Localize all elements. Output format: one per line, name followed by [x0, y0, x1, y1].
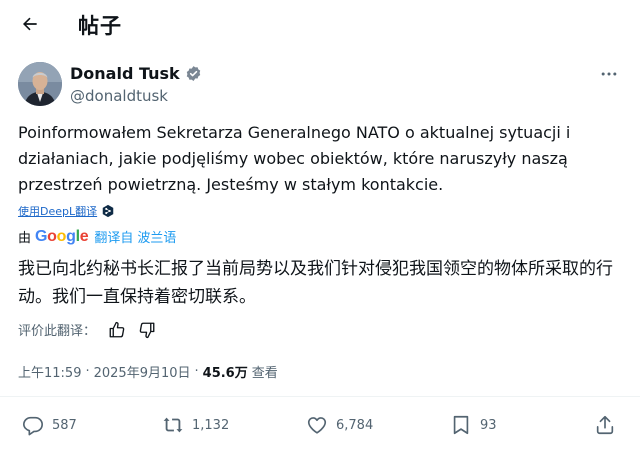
rate-translation-label: 评价此翻译： [18, 324, 97, 339]
google-logo-letter: o [47, 227, 57, 245]
like-count: 6,784 [336, 417, 374, 433]
views-label: 查看 [251, 366, 278, 381]
post-text: Poinformowałem Sekretarza Generalnego NA… [18, 123, 571, 194]
back-button[interactable] [14, 8, 46, 40]
deepl-translate-link[interactable]: 使用DeepL翻译 [18, 203, 115, 219]
thumbs-up-icon [109, 321, 125, 337]
repost-icon [163, 417, 183, 433]
google-translate-row: 由 Google 翻译自 波兰语 [18, 227, 176, 247]
translated-by-label: 由 [18, 231, 32, 246]
reply-count: 587 [52, 417, 77, 433]
meta-separator-2: · [194, 364, 199, 379]
bookmark-icon [453, 415, 469, 435]
thumbs-down-button[interactable] [138, 321, 156, 339]
deepl-translate-label[interactable]: 使用DeepL翻译 [18, 203, 97, 219]
author-name[interactable]: Donald Tusk [70, 64, 180, 83]
views-count: 45.6万 [202, 366, 248, 381]
share-button[interactable] [594, 414, 616, 436]
post-time[interactable]: 上午11:59 [18, 362, 81, 381]
thumbs-down-icon [139, 322, 155, 338]
page-title: 帖子 [78, 14, 122, 38]
translated-from-link[interactable]: 翻译自 [94, 227, 133, 246]
google-logo-letter: o [56, 227, 67, 245]
more-options-button[interactable] [597, 62, 621, 86]
action-bar: 587 1,132 6,784 93 [0, 408, 640, 444]
verified-badge-icon [186, 66, 200, 81]
thumbs-up-button[interactable] [108, 321, 126, 339]
divider [0, 396, 640, 397]
repost-button[interactable]: 1,132 [162, 414, 229, 436]
bookmark-button[interactable]: 93 [450, 414, 497, 436]
reply-icon [23, 416, 43, 436]
bookmark-count: 93 [480, 417, 497, 433]
heart-icon [307, 417, 327, 434]
arrow-left-icon [23, 17, 37, 31]
reply-button[interactable]: 587 [22, 414, 77, 436]
translated-text: 我已向北约秘书长汇报了当前局势以及我们针对侵犯我国领空的物体所采取的行动。我们一… [18, 259, 613, 307]
source-language-link[interactable]: 波兰语 [137, 227, 176, 246]
author-name-row[interactable]: Donald Tusk [70, 64, 202, 83]
like-button[interactable]: 6,784 [306, 414, 373, 436]
top-bar: 帖子 [0, 0, 640, 48]
share-icon [596, 415, 614, 435]
author-handle[interactable]: @donaldtusk [70, 87, 168, 105]
meta-separator: · [85, 364, 90, 379]
deepl-icon [102, 204, 114, 218]
repost-count: 1,132 [192, 417, 230, 433]
more-horizontal-icon [601, 72, 617, 76]
post-date[interactable]: 2025年9月10日 [94, 362, 191, 381]
avatar[interactable] [18, 62, 62, 106]
google-logo: Google [35, 227, 89, 246]
google-logo-letter: e [79, 227, 89, 245]
rate-translation-row: 评价此翻译： [18, 320, 156, 339]
google-logo-letter: g [66, 227, 76, 245]
google-logo-letter: G [35, 227, 48, 245]
post-meta: 上午11:59 · 2025年9月10日 · 45.6万 查看 [18, 362, 278, 381]
